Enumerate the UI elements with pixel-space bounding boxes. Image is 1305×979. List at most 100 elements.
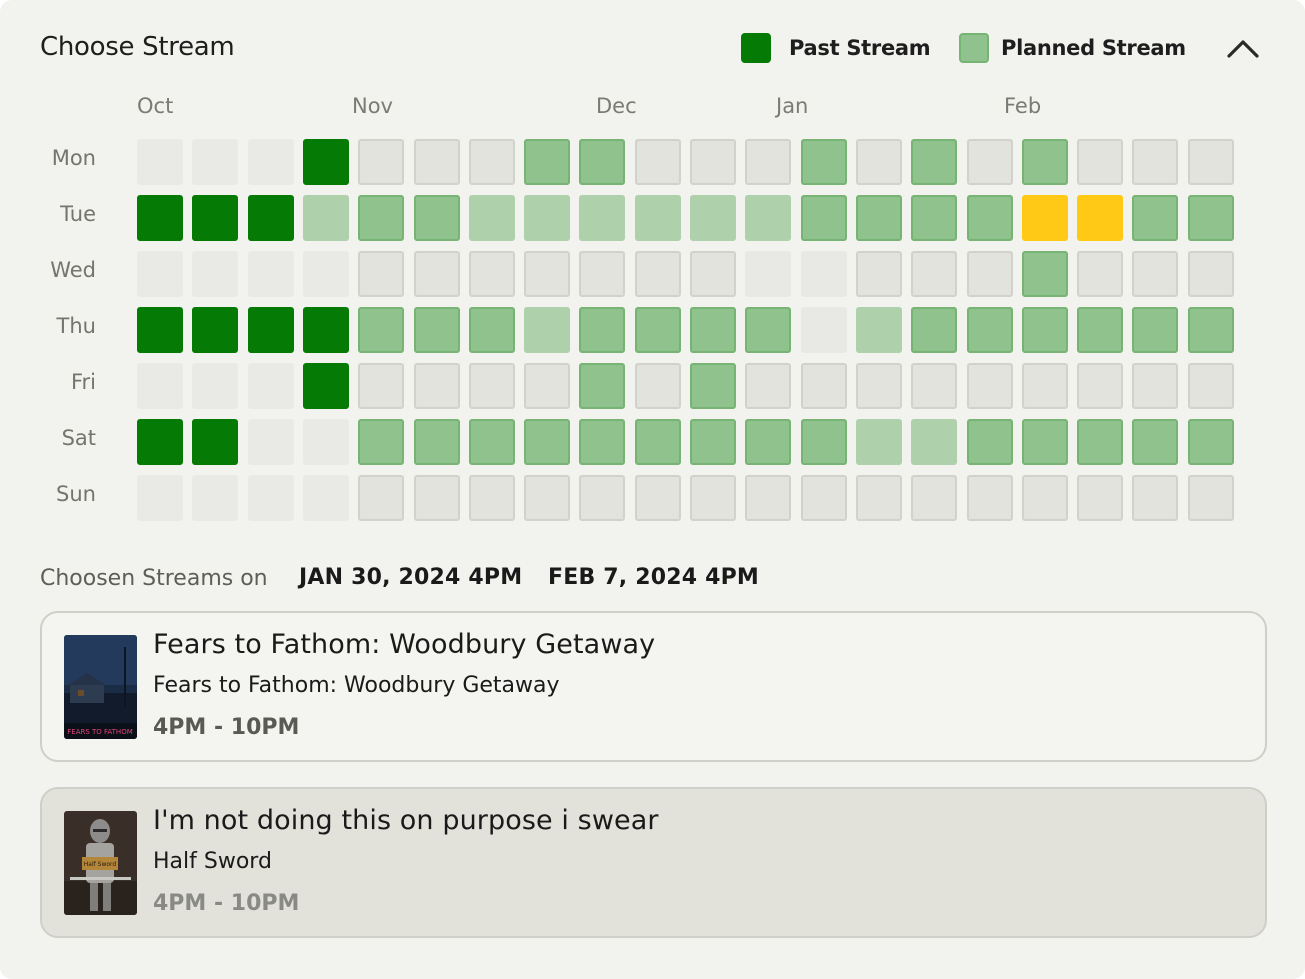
calendar-cell-mon-week-7[interactable] [469,139,515,185]
calendar-cell-mon-week-2[interactable] [192,139,238,185]
calendar-cell-sun-week-9[interactable] [579,475,625,521]
calendar-cell-mon-week-10[interactable] [635,139,681,185]
calendar-cell-fri-week-12[interactable] [745,363,791,409]
calendar-cell-wed-week-5[interactable] [358,251,404,297]
calendar-cell-tue-week-2[interactable] [192,195,238,241]
calendar-cell-sat-week-17[interactable] [1022,419,1068,465]
calendar-cell-wed-week-17[interactable] [1022,251,1068,297]
calendar-cell-sun-week-2[interactable] [192,475,238,521]
calendar-cell-thu-week-12[interactable] [745,307,791,353]
calendar-cell-sat-week-10[interactable] [635,419,681,465]
calendar-cell-fri-week-4[interactable] [303,363,349,409]
calendar-cell-tue-week-10[interactable] [635,195,681,241]
calendar-cell-tue-week-5[interactable] [358,195,404,241]
calendar-cell-wed-week-10[interactable] [635,251,681,297]
calendar-cell-thu-week-18[interactable] [1077,307,1123,353]
calendar-cell-tue-week-20[interactable] [1188,195,1234,241]
calendar-cell-sat-week-7[interactable] [469,419,515,465]
calendar-cell-wed-week-15[interactable] [911,251,957,297]
calendar-cell-fri-week-20[interactable] [1188,363,1234,409]
calendar-cell-thu-week-7[interactable] [469,307,515,353]
calendar-cell-mon-week-16[interactable] [967,139,1013,185]
calendar-cell-tue-week-7[interactable] [469,195,515,241]
calendar-cell-mon-week-3[interactable] [248,139,294,185]
calendar-cell-mon-week-15[interactable] [911,139,957,185]
calendar-cell-thu-week-2[interactable] [192,307,238,353]
calendar-cell-sat-week-3[interactable] [248,419,294,465]
calendar-cell-wed-week-20[interactable] [1188,251,1234,297]
calendar-cell-fri-week-14[interactable] [856,363,902,409]
calendar-cell-mon-week-9[interactable] [579,139,625,185]
calendar-cell-mon-week-19[interactable] [1132,139,1178,185]
calendar-cell-mon-week-4[interactable] [303,139,349,185]
calendar-cell-wed-week-4[interactable] [303,251,349,297]
calendar-cell-thu-week-8[interactable] [524,307,570,353]
calendar-cell-sat-week-9[interactable] [579,419,625,465]
calendar-cell-tue-week-3[interactable] [248,195,294,241]
calendar-cell-sat-week-6[interactable] [414,419,460,465]
calendar-cell-sun-week-3[interactable] [248,475,294,521]
calendar-cell-sun-week-17[interactable] [1022,475,1068,521]
calendar-cell-tue-week-17[interactable] [1022,195,1068,241]
calendar-cell-fri-week-18[interactable] [1077,363,1123,409]
calendar-cell-sat-week-13[interactable] [801,419,847,465]
calendar-cell-tue-week-19[interactable] [1132,195,1178,241]
calendar-cell-sun-week-11[interactable] [690,475,736,521]
calendar-cell-tue-week-13[interactable] [801,195,847,241]
calendar-cell-wed-week-11[interactable] [690,251,736,297]
calendar-cell-thu-week-10[interactable] [635,307,681,353]
calendar-cell-thu-week-13[interactable] [801,307,847,353]
calendar-cell-sun-week-18[interactable] [1077,475,1123,521]
calendar-cell-wed-week-14[interactable] [856,251,902,297]
calendar-cell-thu-week-17[interactable] [1022,307,1068,353]
calendar-cell-thu-week-3[interactable] [248,307,294,353]
calendar-cell-fri-week-15[interactable] [911,363,957,409]
calendar-cell-fri-week-5[interactable] [358,363,404,409]
calendar-cell-fri-week-9[interactable] [579,363,625,409]
calendar-cell-sun-week-4[interactable] [303,475,349,521]
calendar-cell-mon-week-8[interactable] [524,139,570,185]
calendar-cell-thu-week-1[interactable] [137,307,183,353]
calendar-cell-sat-week-12[interactable] [745,419,791,465]
calendar-cell-sun-week-19[interactable] [1132,475,1178,521]
calendar-cell-thu-week-15[interactable] [911,307,957,353]
calendar-cell-mon-week-11[interactable] [690,139,736,185]
calendar-cell-mon-week-1[interactable] [137,139,183,185]
collapse-button[interactable] [1222,32,1264,66]
calendar-cell-tue-week-15[interactable] [911,195,957,241]
calendar-cell-tue-week-18[interactable] [1077,195,1123,241]
calendar-cell-sat-week-20[interactable] [1188,419,1234,465]
calendar-cell-fri-week-1[interactable] [137,363,183,409]
calendar-cell-thu-week-19[interactable] [1132,307,1178,353]
calendar-cell-sat-week-16[interactable] [967,419,1013,465]
calendar-cell-wed-week-3[interactable] [248,251,294,297]
calendar-cell-sat-week-18[interactable] [1077,419,1123,465]
calendar-cell-sat-week-11[interactable] [690,419,736,465]
calendar-cell-mon-week-17[interactable] [1022,139,1068,185]
calendar-cell-thu-week-5[interactable] [358,307,404,353]
calendar-cell-fri-week-7[interactable] [469,363,515,409]
calendar-cell-sat-week-5[interactable] [358,419,404,465]
calendar-cell-wed-week-19[interactable] [1132,251,1178,297]
calendar-cell-tue-week-6[interactable] [414,195,460,241]
calendar-cell-sat-week-19[interactable] [1132,419,1178,465]
calendar-cell-sun-week-13[interactable] [801,475,847,521]
calendar-cell-fri-week-19[interactable] [1132,363,1178,409]
calendar-cell-fri-week-3[interactable] [248,363,294,409]
calendar-cell-thu-week-11[interactable] [690,307,736,353]
calendar-cell-sat-week-4[interactable] [303,419,349,465]
calendar-cell-wed-week-6[interactable] [414,251,460,297]
calendar-cell-tue-week-16[interactable] [967,195,1013,241]
calendar-cell-wed-week-2[interactable] [192,251,238,297]
calendar-cell-fri-week-6[interactable] [414,363,460,409]
calendar-cell-wed-week-8[interactable] [524,251,570,297]
calendar-cell-mon-week-20[interactable] [1188,139,1234,185]
calendar-cell-sun-week-6[interactable] [414,475,460,521]
calendar-cell-tue-week-4[interactable] [303,195,349,241]
calendar-cell-mon-week-14[interactable] [856,139,902,185]
calendar-cell-tue-week-1[interactable] [137,195,183,241]
calendar-cell-wed-week-16[interactable] [967,251,1013,297]
calendar-cell-sun-week-8[interactable] [524,475,570,521]
calendar-cell-sun-week-12[interactable] [745,475,791,521]
calendar-cell-sat-week-1[interactable] [137,419,183,465]
